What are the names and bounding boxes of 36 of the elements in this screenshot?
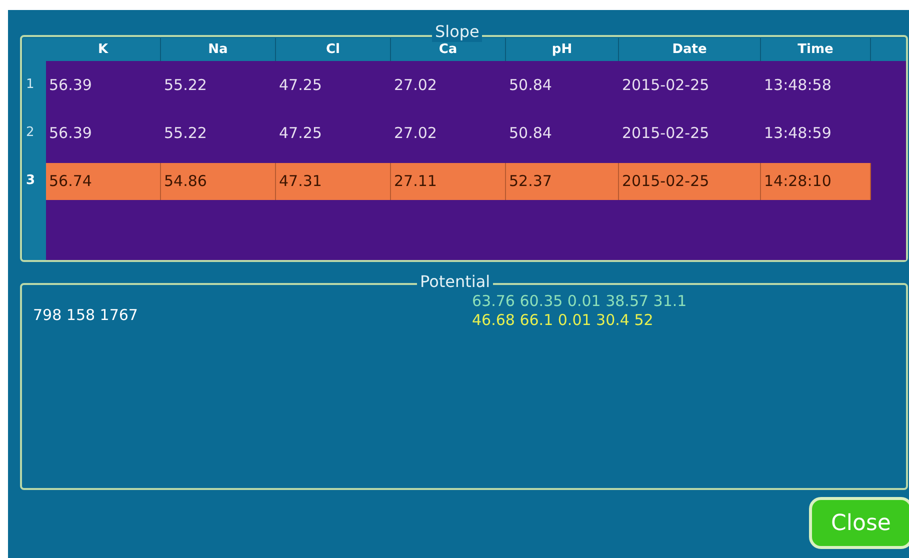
column-header: Na bbox=[161, 38, 276, 61]
table-cell: 2015-02-25 bbox=[619, 162, 761, 200]
table-cell: 47.31 bbox=[276, 162, 391, 200]
table-cell-text: 27.02 bbox=[393, 122, 438, 144]
table-cell: 56.74 bbox=[46, 162, 161, 200]
column-header: Time bbox=[761, 38, 871, 61]
table-cell-text: 50.84 bbox=[508, 74, 553, 96]
row-number[interactable]: 3 bbox=[23, 157, 46, 205]
table-cell-text: 55.22 bbox=[163, 74, 208, 96]
table-cell-text: 27.02 bbox=[393, 74, 438, 96]
close-button[interactable]: Close bbox=[809, 497, 909, 549]
potential-values: 798 158 1767 bbox=[33, 305, 138, 325]
table-cell-text: 56.39 bbox=[48, 74, 93, 96]
row-number[interactable]: 2 bbox=[23, 109, 46, 157]
table-cell-text: 56.39 bbox=[48, 122, 93, 144]
table-cell: 27.11 bbox=[391, 162, 506, 200]
table-cell: 14:28:10 bbox=[761, 162, 871, 200]
table-cell-text: 2015-02-25 bbox=[621, 74, 710, 96]
frame-title: Slope bbox=[432, 22, 482, 42]
table-cell-text: 55.22 bbox=[163, 122, 208, 144]
table-cell: 54.86 bbox=[161, 162, 276, 200]
table-cell-text: 13:48:58 bbox=[763, 74, 832, 96]
table-cell-text: 13:48:59 bbox=[763, 122, 832, 144]
table-cell-text: 50.84 bbox=[508, 122, 553, 144]
row-number[interactable]: 1 bbox=[23, 61, 46, 109]
column-header: pH bbox=[506, 38, 619, 61]
column-header: K bbox=[46, 38, 161, 61]
table-cell: 52.37 bbox=[506, 162, 619, 200]
table-cell-text: 47.25 bbox=[278, 122, 323, 144]
column-header: Cl bbox=[276, 38, 391, 61]
table-cell-text: 47.25 bbox=[278, 74, 323, 96]
column-header: Date bbox=[619, 38, 761, 61]
potential-line: 63.76 60.35 0.01 38.57 31.1 bbox=[472, 292, 687, 311]
table-cell-text: 2015-02-25 bbox=[621, 122, 710, 144]
potential-line: 46.68 66.1 0.01 30.4 52 bbox=[472, 311, 654, 330]
row-header-strip bbox=[23, 205, 46, 260]
